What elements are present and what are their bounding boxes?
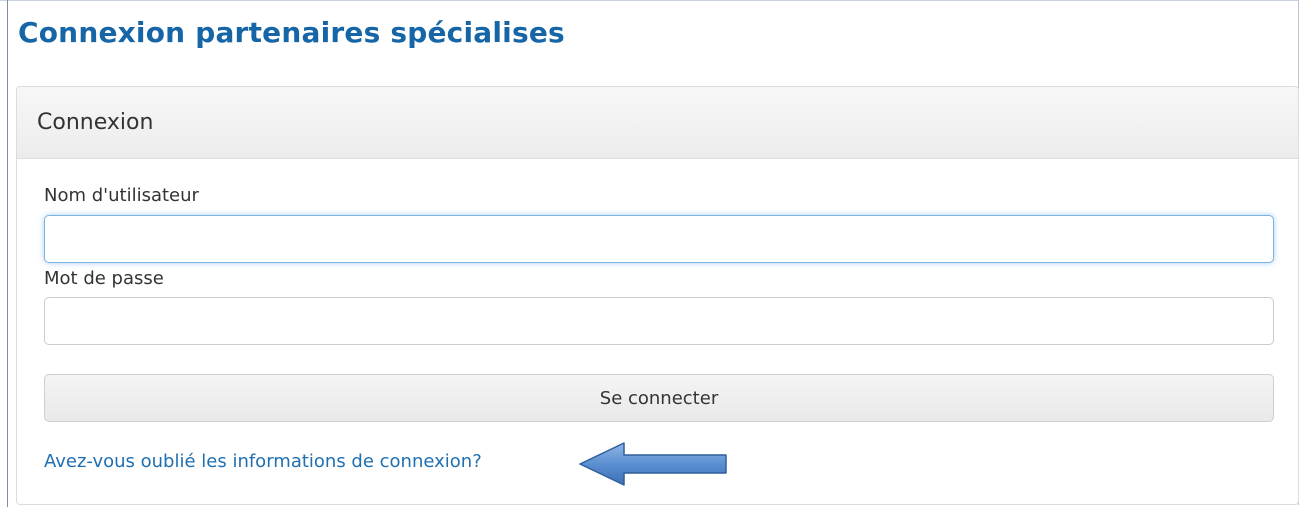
login-button[interactable]: Se connecter [44, 374, 1274, 422]
forgot-credentials-link[interactable]: Avez-vous oublié les informations de con… [44, 451, 482, 472]
username-input[interactable] [44, 215, 1274, 263]
left-border [7, 0, 8, 507]
left-arrow-icon [579, 442, 727, 486]
page-title: Connexion partenaires spécialises [18, 16, 565, 49]
password-input[interactable] [44, 297, 1274, 345]
username-label: Nom d'utilisateur [44, 185, 199, 206]
password-label: Mot de passe [44, 268, 164, 289]
login-panel-title: Connexion [37, 110, 154, 135]
login-panel-header: Connexion [17, 87, 1298, 159]
